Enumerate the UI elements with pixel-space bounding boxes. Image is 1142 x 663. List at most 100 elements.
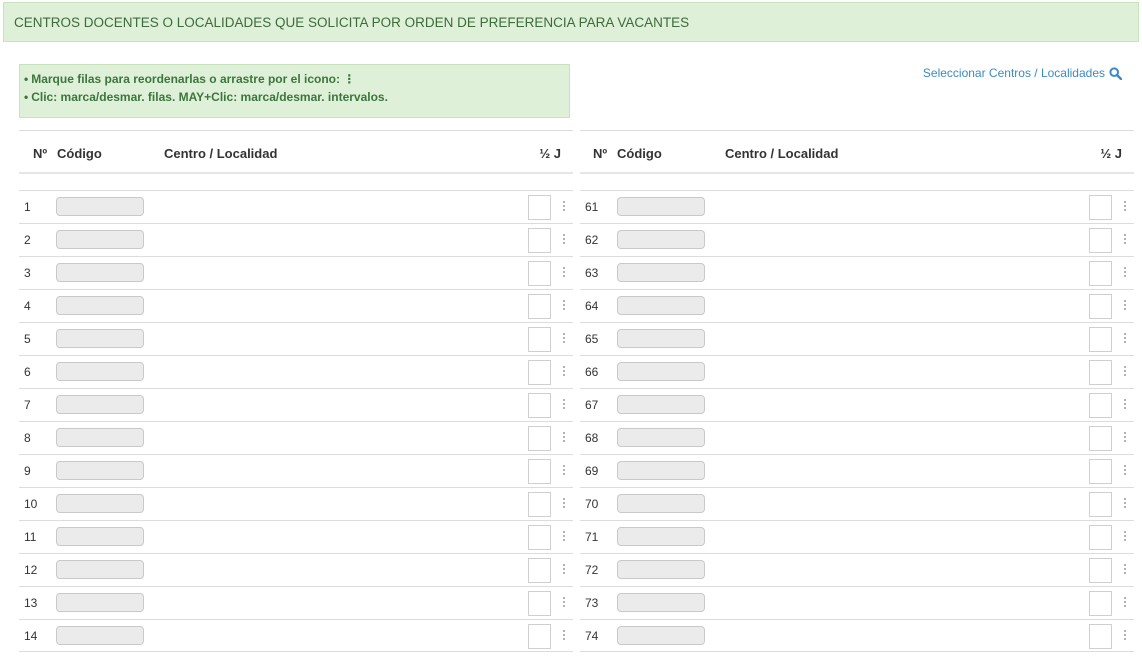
select-centers-link[interactable]: Seleccionar Centros / Localidades (923, 66, 1122, 80)
code-field[interactable] (56, 461, 144, 480)
table-row[interactable]: 64 (580, 289, 1134, 322)
table-row[interactable]: 61 (580, 190, 1134, 223)
half-day-checkbox[interactable] (1089, 426, 1112, 451)
table-row[interactable]: 7 (19, 388, 573, 421)
drag-handle-icon[interactable] (1122, 595, 1128, 607)
code-field[interactable] (617, 626, 705, 645)
drag-handle-icon[interactable] (561, 595, 567, 607)
code-field[interactable] (617, 560, 705, 579)
code-field[interactable] (56, 593, 144, 612)
drag-handle-icon[interactable] (561, 529, 567, 541)
half-day-checkbox[interactable] (1089, 195, 1112, 220)
drag-handle-icon[interactable] (561, 496, 567, 508)
drag-handle-icon[interactable] (561, 364, 567, 376)
code-field[interactable] (56, 494, 144, 513)
code-field[interactable] (56, 296, 144, 315)
table-row[interactable]: 2 (19, 223, 573, 256)
code-field[interactable] (617, 428, 705, 447)
drag-handle-icon[interactable] (1122, 397, 1128, 409)
code-field[interactable] (56, 263, 144, 282)
code-field[interactable] (56, 395, 144, 414)
code-field[interactable] (617, 230, 705, 249)
half-day-checkbox[interactable] (1089, 624, 1112, 649)
table-row[interactable]: 5 (19, 322, 573, 355)
code-field[interactable] (617, 263, 705, 282)
half-day-checkbox[interactable] (528, 327, 551, 352)
half-day-checkbox[interactable] (1089, 558, 1112, 583)
drag-handle-icon[interactable] (1122, 331, 1128, 343)
half-day-checkbox[interactable] (1089, 327, 1112, 352)
half-day-checkbox[interactable] (528, 294, 551, 319)
table-row[interactable]: 8 (19, 421, 573, 454)
half-day-checkbox[interactable] (528, 459, 551, 484)
code-field[interactable] (56, 329, 144, 348)
half-day-checkbox[interactable] (1089, 591, 1112, 616)
table-row[interactable]: 68 (580, 421, 1134, 454)
table-row[interactable]: 65 (580, 322, 1134, 355)
code-field[interactable] (56, 197, 144, 216)
table-row[interactable]: 12 (19, 553, 573, 586)
drag-handle-icon[interactable] (1122, 199, 1128, 211)
drag-handle-icon[interactable] (1122, 430, 1128, 442)
drag-handle-icon[interactable] (561, 562, 567, 574)
select-centers-label[interactable]: Seleccionar Centros / Localidades (923, 66, 1105, 80)
code-field[interactable] (617, 527, 705, 546)
table-row[interactable]: 69 (580, 454, 1134, 487)
drag-handle-icon[interactable] (1122, 298, 1128, 310)
drag-handle-icon[interactable] (561, 232, 567, 244)
half-day-checkbox[interactable] (1089, 459, 1112, 484)
code-field[interactable] (56, 230, 144, 249)
drag-handle-icon[interactable] (1122, 463, 1128, 475)
half-day-checkbox[interactable] (528, 261, 551, 286)
table-row[interactable]: 10 (19, 487, 573, 520)
code-field[interactable] (56, 560, 144, 579)
half-day-checkbox[interactable] (528, 228, 551, 253)
half-day-checkbox[interactable] (1089, 261, 1112, 286)
table-row[interactable]: 11 (19, 520, 573, 553)
table-row[interactable]: 71 (580, 520, 1134, 553)
half-day-checkbox[interactable] (528, 624, 551, 649)
table-row[interactable]: 62 (580, 223, 1134, 256)
code-field[interactable] (617, 593, 705, 612)
code-field[interactable] (56, 527, 144, 546)
code-field[interactable] (617, 329, 705, 348)
drag-handle-icon[interactable] (1122, 628, 1128, 640)
half-day-checkbox[interactable] (528, 492, 551, 517)
table-row[interactable]: 72 (580, 553, 1134, 586)
half-day-checkbox[interactable] (1089, 525, 1112, 550)
code-field[interactable] (617, 296, 705, 315)
half-day-checkbox[interactable] (528, 426, 551, 451)
half-day-checkbox[interactable] (1089, 294, 1112, 319)
half-day-checkbox[interactable] (528, 525, 551, 550)
table-row[interactable]: 3 (19, 256, 573, 289)
table-row[interactable]: 73 (580, 586, 1134, 619)
half-day-checkbox[interactable] (528, 360, 551, 385)
table-row[interactable]: 66 (580, 355, 1134, 388)
drag-handle-icon[interactable] (1122, 364, 1128, 376)
code-field[interactable] (56, 428, 144, 447)
half-day-checkbox[interactable] (528, 558, 551, 583)
drag-handle-icon[interactable] (561, 463, 567, 475)
half-day-checkbox[interactable] (1089, 393, 1112, 418)
code-field[interactable] (617, 395, 705, 414)
drag-handle-icon[interactable] (1122, 529, 1128, 541)
table-row[interactable]: 14 (19, 619, 573, 652)
drag-handle-icon[interactable] (1122, 265, 1128, 277)
half-day-checkbox[interactable] (528, 195, 551, 220)
drag-handle-icon[interactable] (561, 265, 567, 277)
code-field[interactable] (617, 494, 705, 513)
drag-handle-icon[interactable] (561, 331, 567, 343)
drag-handle-icon[interactable] (561, 199, 567, 211)
drag-handle-icon[interactable] (561, 397, 567, 409)
code-field[interactable] (617, 362, 705, 381)
drag-handle-icon[interactable] (1122, 496, 1128, 508)
table-row[interactable]: 1 (19, 190, 573, 223)
drag-handle-icon[interactable] (561, 298, 567, 310)
code-field[interactable] (56, 626, 144, 645)
half-day-checkbox[interactable] (1089, 492, 1112, 517)
code-field[interactable] (617, 197, 705, 216)
table-row[interactable]: 13 (19, 586, 573, 619)
table-row[interactable]: 67 (580, 388, 1134, 421)
code-field[interactable] (617, 461, 705, 480)
search-icon[interactable] (1109, 66, 1122, 80)
